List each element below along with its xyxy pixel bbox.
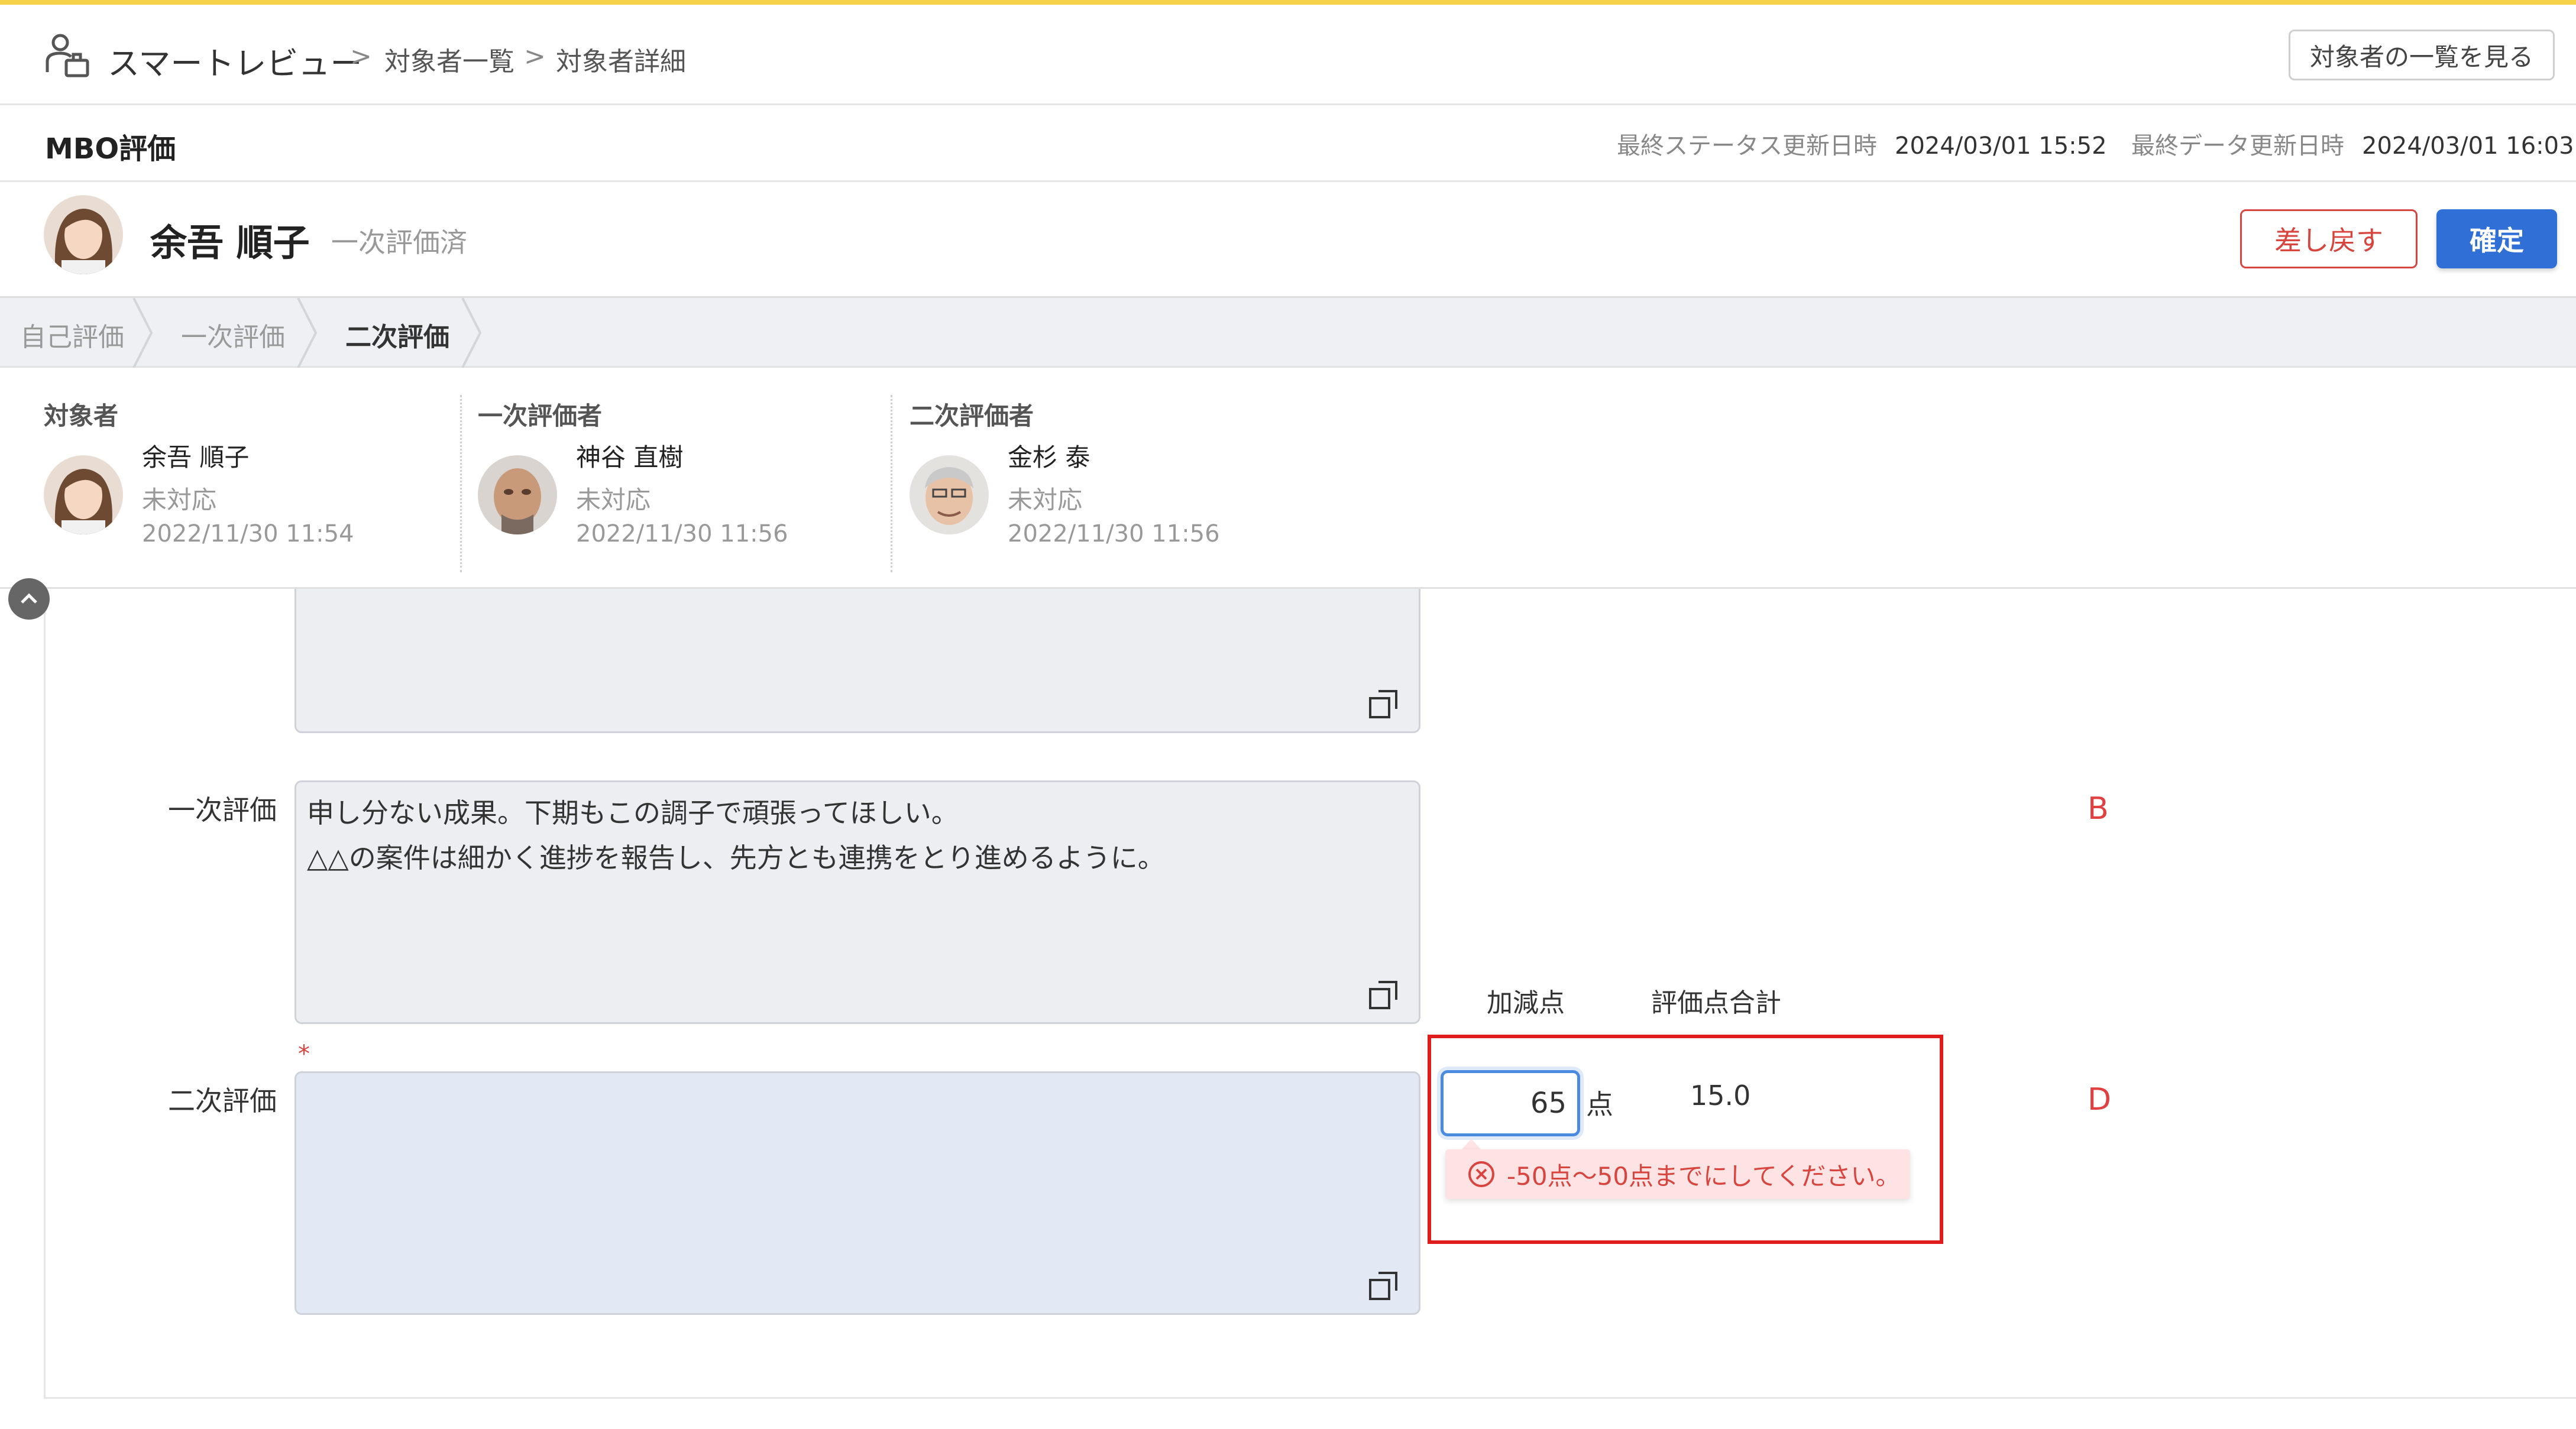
app-header: スマートレビュー > 対象者一覧 > 対象者詳細 対象者の一覧を見る — [0, 5, 2576, 105]
data-updated-meta: 最終データ更新日時 2024/03/01 16:03 — [2131, 127, 2574, 161]
status-updated-label: 最終ステータス更新日時 — [1617, 132, 1877, 160]
divider — [891, 395, 892, 572]
breadcrumb-target-detail: 対象者詳細 — [556, 47, 686, 77]
evaluator-name: 神谷 直樹 — [576, 443, 684, 472]
first-evaluation-text-line: 申し分ない成果。下期もこの調子で頑張ってほしい。 — [307, 797, 959, 829]
evaluator-heading: 二次評価者 — [910, 401, 1034, 430]
breadcrumb-separator-icon: > — [350, 41, 372, 72]
expand-icon[interactable] — [1368, 689, 1399, 720]
first-evaluation-label: 一次評価 — [168, 794, 277, 826]
first-evaluation-text-line: △△の案件は細かく進捗を報告し、先方とも連携をとり進めるように。 — [307, 842, 1165, 874]
breadcrumb-target-list[interactable]: 対象者一覧 — [384, 40, 514, 78]
breadcrumb-separator-icon: > — [524, 41, 546, 72]
target-person-name: 余吾 順子 — [150, 221, 310, 264]
app-name[interactable]: スマートレビュー — [108, 37, 362, 84]
highlight-frame — [1428, 1035, 1943, 1244]
evaluator-status: 未対応 — [1008, 485, 1083, 514]
status-updated-meta: 最終ステータス更新日時 2024/03/01 15:52 — [1617, 127, 2107, 161]
view-target-list-button[interactable]: 対象者の一覧を見る — [2289, 30, 2555, 80]
step-self-evaluation[interactable]: 自己評価 — [20, 316, 124, 354]
evaluators-panel: 対象者 余吾 順子 未対応 2022/11/30 11:54 一次評価者 神谷 … — [0, 368, 2576, 589]
evaluator-date: 2022/11/30 11:56 — [1008, 520, 1220, 547]
avatar — [44, 195, 123, 274]
data-updated-value: 2024/03/01 16:03 — [2362, 132, 2574, 160]
second-evaluation-textarea[interactable] — [295, 1071, 1420, 1315]
return-button[interactable]: 差し戻す — [2240, 209, 2418, 268]
evaluator-name: 金杉 泰 — [1008, 443, 1090, 472]
evaluator-status: 未対応 — [142, 485, 217, 514]
top-accent-line — [0, 0, 2576, 5]
evaluator-date: 2022/11/30 11:54 — [142, 520, 354, 547]
avatar — [478, 455, 557, 534]
collapse-toggle-button[interactable] — [8, 578, 50, 620]
data-updated-label: 最終データ更新日時 — [2131, 132, 2344, 160]
evaluator-target: 対象者 余吾 順子 未対応 2022/11/30 11:54 — [44, 368, 446, 569]
expand-icon[interactable] — [1368, 1271, 1399, 1301]
status-badge: 一次評価済 — [331, 226, 467, 258]
evaluator-name: 余吾 順子 — [142, 443, 250, 472]
step-chevron-icon — [132, 298, 153, 368]
expand-icon[interactable] — [1368, 980, 1399, 1010]
total-score-header: 評価点合計 — [1651, 988, 1781, 1018]
chevron-up-icon — [21, 593, 37, 604]
annotation-marker-b: B — [2088, 791, 2109, 827]
previous-evaluation-textarea[interactable] — [295, 589, 1420, 733]
evaluator-first: 一次評価者 神谷 直樹 未対応 2022/11/30 11:56 — [478, 368, 880, 569]
avatar — [44, 455, 123, 534]
adjust-points-header: 加減点 — [1487, 988, 1565, 1018]
evaluator-date: 2022/11/30 11:56 — [576, 520, 788, 547]
page-subheader: MBO評価 最終ステータス更新日時 2024/03/01 15:52 最終データ更… — [0, 105, 2576, 182]
required-mark: * — [298, 1041, 310, 1068]
step-first-evaluation[interactable]: 一次評価 — [181, 316, 285, 354]
step-second-evaluation[interactable]: 二次評価 — [345, 316, 449, 354]
confirm-button[interactable]: 確定 — [2436, 209, 2557, 268]
divider — [460, 395, 462, 572]
avatar — [910, 455, 989, 534]
app-logo-icon[interactable] — [43, 31, 93, 82]
step-chevron-icon — [297, 298, 318, 368]
first-evaluation-textarea[interactable]: 申し分ない成果。下期もこの調子で頑張ってほしい。 △△の案件は細かく進捗を報告し… — [295, 780, 1420, 1024]
evaluator-status: 未対応 — [576, 485, 651, 514]
evaluation-stepper: 自己評価 一次評価 二次評価 — [0, 298, 2576, 368]
target-person-bar: 余吾 順子 一次評価済 差し戻す 確定 — [0, 182, 2576, 298]
annotation-marker-d: D — [2088, 1082, 2112, 1117]
page-title: MBO評価 — [45, 132, 176, 166]
second-evaluation-label: 二次評価 — [168, 1085, 277, 1117]
evaluator-heading: 一次評価者 — [478, 401, 603, 430]
evaluator-heading: 対象者 — [44, 401, 119, 430]
evaluator-second: 二次評価者 金杉 泰 未対応 2022/11/30 11:56 — [910, 368, 1312, 569]
step-chevron-icon — [461, 298, 482, 368]
status-updated-value: 2024/03/01 15:52 — [1895, 132, 2107, 160]
